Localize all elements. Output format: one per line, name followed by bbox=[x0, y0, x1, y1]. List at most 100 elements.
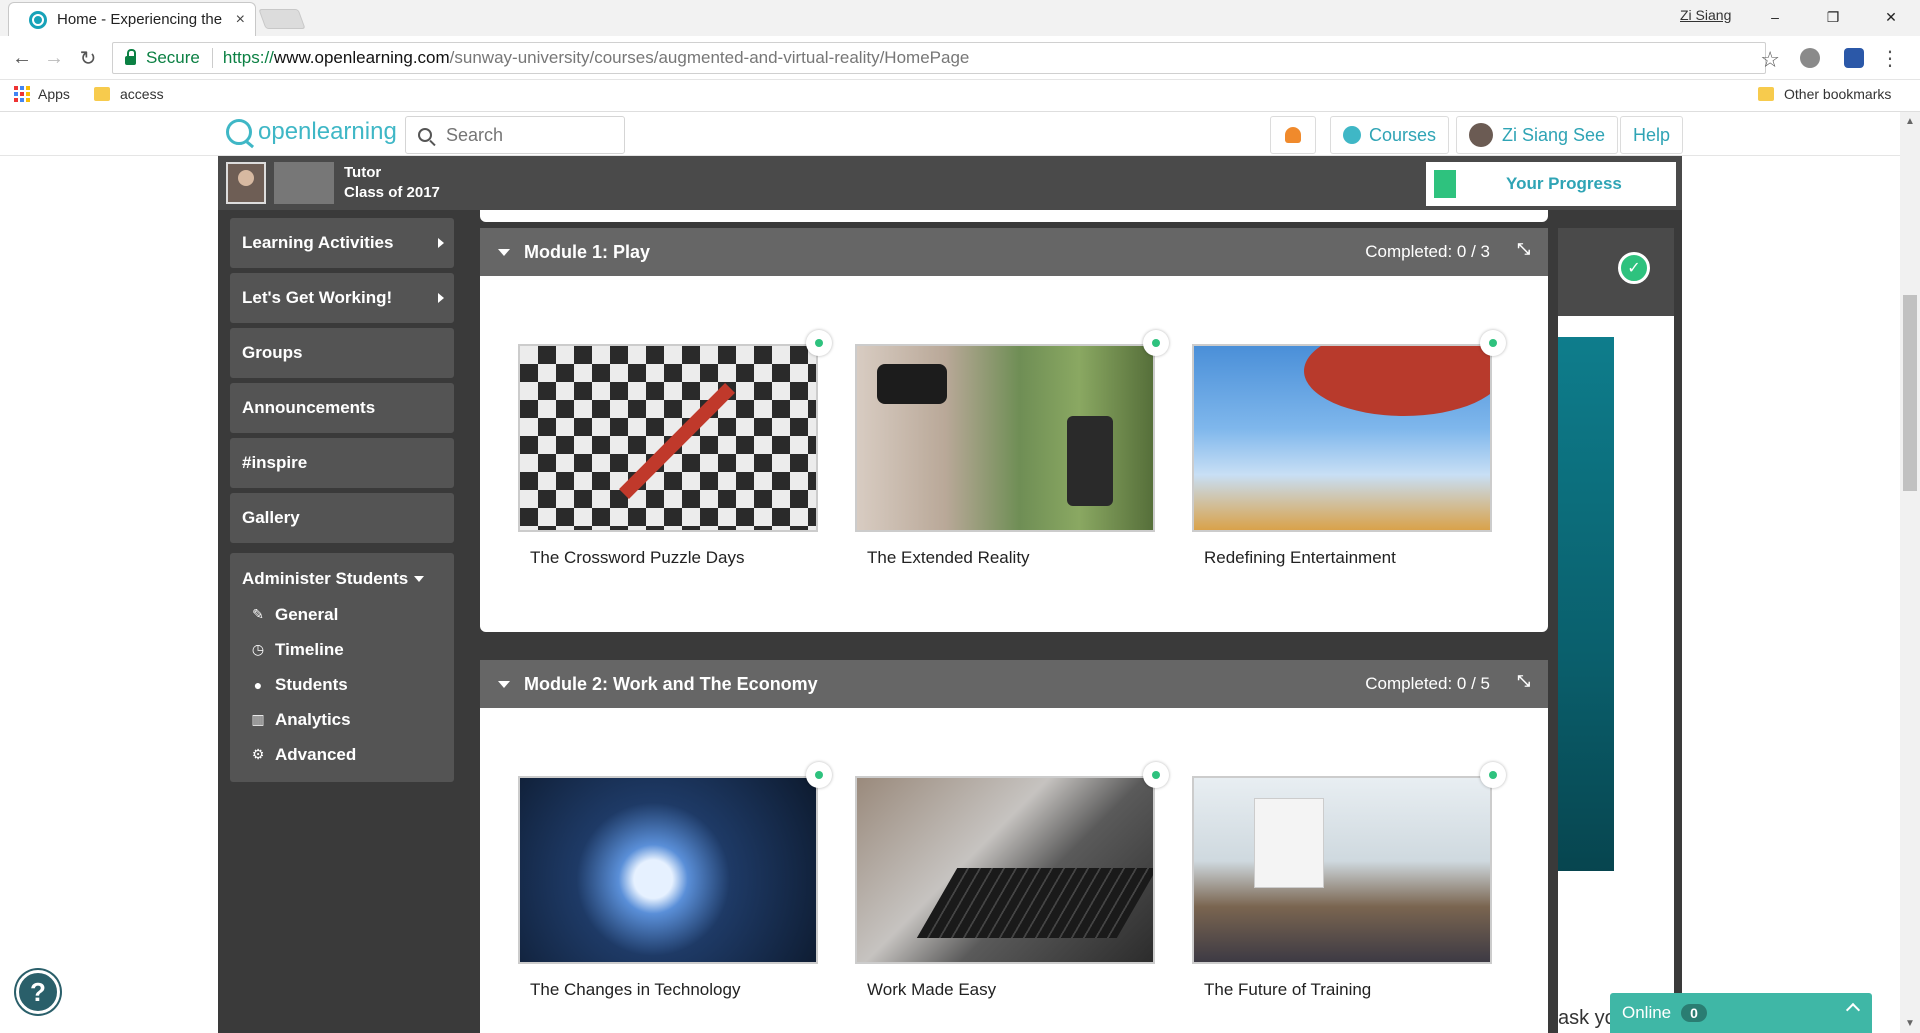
help-bubble-glyph: ? bbox=[30, 976, 46, 1007]
tab-close-icon[interactable]: × bbox=[236, 11, 245, 29]
other-bookmarks-label: Other bookmarks bbox=[1784, 86, 1892, 102]
activity-card[interactable]: The Changes in Technology bbox=[518, 762, 832, 1000]
window-controls: – ❐ ✕ bbox=[1746, 0, 1920, 34]
extension-icon[interactable] bbox=[1800, 48, 1820, 68]
collapse-arrows-icon[interactable]: ⤡ bbox=[1517, 241, 1530, 259]
url-separator bbox=[211, 48, 213, 68]
card-title[interactable]: The Future of Training bbox=[1192, 980, 1492, 1000]
admin-item-analytics[interactable]: ▥ Analytics bbox=[242, 702, 442, 737]
forward-arrow-icon[interactable]: → bbox=[40, 44, 68, 72]
tutor-info: Tutor Class of 2017 bbox=[344, 163, 440, 203]
admin-item-students[interactable]: ● Students bbox=[242, 667, 442, 702]
admin-item-advanced[interactable]: ⚙ Advanced bbox=[242, 737, 442, 772]
completion-status-icon bbox=[806, 762, 832, 788]
url-host: www.openlearning.com bbox=[273, 48, 450, 67]
url-path: /sunway-university/courses/augmented-and… bbox=[449, 48, 970, 67]
minimize-button[interactable]: – bbox=[1746, 0, 1804, 34]
apps-grid-icon bbox=[14, 86, 30, 102]
close-window-button[interactable]: ✕ bbox=[1862, 0, 1920, 34]
online-chat-bar[interactable]: Online 0 bbox=[1610, 993, 1872, 1033]
scrollbar-thumb[interactable] bbox=[1903, 295, 1917, 491]
bell-icon bbox=[1285, 127, 1301, 143]
activity-card[interactable]: The Extended Reality bbox=[855, 330, 1169, 568]
course-bar: Tutor Class of 2017 Your Progress bbox=[218, 156, 1682, 210]
bookmark-extension-icon[interactable] bbox=[1844, 48, 1864, 68]
module-header[interactable]: Module 2: Work and The Economy Completed… bbox=[480, 660, 1548, 708]
browser-menu-icon[interactable]: ⋮ bbox=[1880, 46, 1900, 71]
activity-card[interactable]: Redefining Entertainment bbox=[1192, 330, 1506, 568]
card-title[interactable]: The Changes in Technology bbox=[518, 980, 818, 1000]
chevron-up-icon[interactable] bbox=[1845, 1002, 1861, 1018]
reload-icon[interactable]: ↻ bbox=[74, 44, 102, 72]
sidebar-item-lets-get-working[interactable]: Let's Get Working! bbox=[230, 273, 454, 323]
your-progress-button[interactable]: Your Progress bbox=[1426, 162, 1676, 206]
completed-count: Completed: 0 / 3 bbox=[1365, 242, 1490, 261]
sidebar-item-learning-activities[interactable]: Learning Activities bbox=[230, 218, 454, 268]
activity-card[interactable]: Work Made Easy bbox=[855, 762, 1169, 1000]
online-label: Online bbox=[1622, 1003, 1672, 1022]
help-button[interactable]: Help bbox=[1620, 116, 1684, 154]
activity-card[interactable]: The Future of Training bbox=[1192, 762, 1506, 1000]
admin-item-timeline[interactable]: ◷ Timeline bbox=[242, 632, 442, 667]
card-image[interactable] bbox=[518, 776, 818, 964]
other-bookmarks[interactable]: Other bookmarks bbox=[1758, 86, 1891, 102]
new-tab-button[interactable] bbox=[258, 9, 306, 29]
restore-button[interactable]: ❐ bbox=[1804, 0, 1862, 34]
module-2: Module 2: Work and The Economy Completed… bbox=[480, 660, 1548, 1033]
browser-tab[interactable]: Home - Experiencing the × bbox=[8, 2, 256, 36]
openlearning-logo[interactable]: openlearning bbox=[226, 118, 397, 146]
bookmark-apps[interactable]: Apps bbox=[14, 86, 70, 102]
card-title[interactable]: The Crossword Puzzle Days bbox=[518, 548, 818, 568]
completion-status-icon bbox=[1143, 762, 1169, 788]
page-scrollbar[interactable]: ▲ ▼ bbox=[1900, 112, 1920, 1033]
browser-profile-name[interactable]: Zi Siang bbox=[1680, 7, 1731, 23]
completion-status-icon bbox=[1480, 762, 1506, 788]
notifications-button[interactable] bbox=[1270, 116, 1316, 154]
back-arrow-icon[interactable]: ← bbox=[8, 44, 36, 72]
sidebar-item-gallery[interactable]: Gallery bbox=[230, 493, 454, 543]
help-label: Help bbox=[1633, 124, 1671, 145]
sidebar-item-label: #inspire bbox=[242, 453, 308, 472]
module-title: Module 1: Play bbox=[524, 241, 651, 262]
chevron-right-icon bbox=[438, 238, 444, 248]
collapse-arrows-icon[interactable]: ⤡ bbox=[1517, 673, 1530, 691]
bookmark-access[interactable]: access bbox=[94, 86, 164, 102]
courses-button[interactable]: Courses bbox=[1330, 116, 1450, 154]
sidebar-item-label: Announcements bbox=[242, 398, 376, 417]
admin-item-label: Analytics bbox=[275, 709, 351, 729]
sidebar-item-inspire[interactable]: #inspire bbox=[230, 438, 454, 488]
sidebar-item-announcements[interactable]: Announcements bbox=[230, 383, 454, 433]
class-thumbnail[interactable] bbox=[274, 162, 334, 204]
card-image[interactable] bbox=[1192, 776, 1492, 964]
sidebar-item-groups[interactable]: Groups bbox=[230, 328, 454, 378]
card-image[interactable] bbox=[855, 344, 1155, 532]
address-bar[interactable]: Secure https:// www.openlearning.com /su… bbox=[112, 42, 1766, 74]
activity-card[interactable]: The Crossword Puzzle Days bbox=[518, 330, 832, 568]
card-title[interactable]: Redefining Entertainment bbox=[1192, 548, 1492, 568]
admin-item-general[interactable]: ✎ General bbox=[242, 597, 442, 632]
card-title[interactable]: The Extended Reality bbox=[855, 548, 1155, 568]
progress-label: Your Progress bbox=[1506, 174, 1622, 193]
administer-students-panel: Administer Students ✎ General ◷ Timeline… bbox=[230, 553, 454, 782]
user-menu-button[interactable]: Zi Siang See bbox=[1456, 116, 1619, 154]
search-input[interactable] bbox=[446, 124, 606, 146]
admin-item-label: General bbox=[275, 604, 339, 624]
module-cards: The Changes in Technology Work Made Easy… bbox=[480, 708, 1548, 1033]
site-search[interactable] bbox=[405, 116, 625, 154]
scroll-up-arrow-icon[interactable]: ▲ bbox=[1905, 116, 1915, 127]
card-image[interactable] bbox=[855, 776, 1155, 964]
card-image[interactable] bbox=[1192, 344, 1492, 532]
bookmark-star-icon[interactable]: ☆ bbox=[1760, 47, 1780, 73]
tutor-photo[interactable] bbox=[226, 162, 266, 204]
sidebar-item-label: Let's Get Working! bbox=[242, 288, 393, 307]
card-image[interactable] bbox=[518, 344, 818, 532]
course-container: Tutor Class of 2017 Your Progress Learni… bbox=[218, 156, 1682, 1033]
help-question-icon[interactable]: ? bbox=[16, 970, 60, 1014]
card-title[interactable]: Work Made Easy bbox=[855, 980, 1155, 1000]
administer-students-toggle[interactable]: Administer Students bbox=[242, 561, 442, 597]
bookmark-label: Apps bbox=[38, 86, 70, 102]
browser-tabbar: Home - Experiencing the × Zi Siang – ❐ ✕ bbox=[0, 0, 1920, 36]
scroll-down-arrow-icon[interactable]: ▼ bbox=[1905, 1018, 1915, 1029]
module-header[interactable]: Module 1: Play Completed: 0 / 3 ⤡ bbox=[480, 228, 1548, 276]
logo-text: openlearning bbox=[258, 118, 397, 145]
